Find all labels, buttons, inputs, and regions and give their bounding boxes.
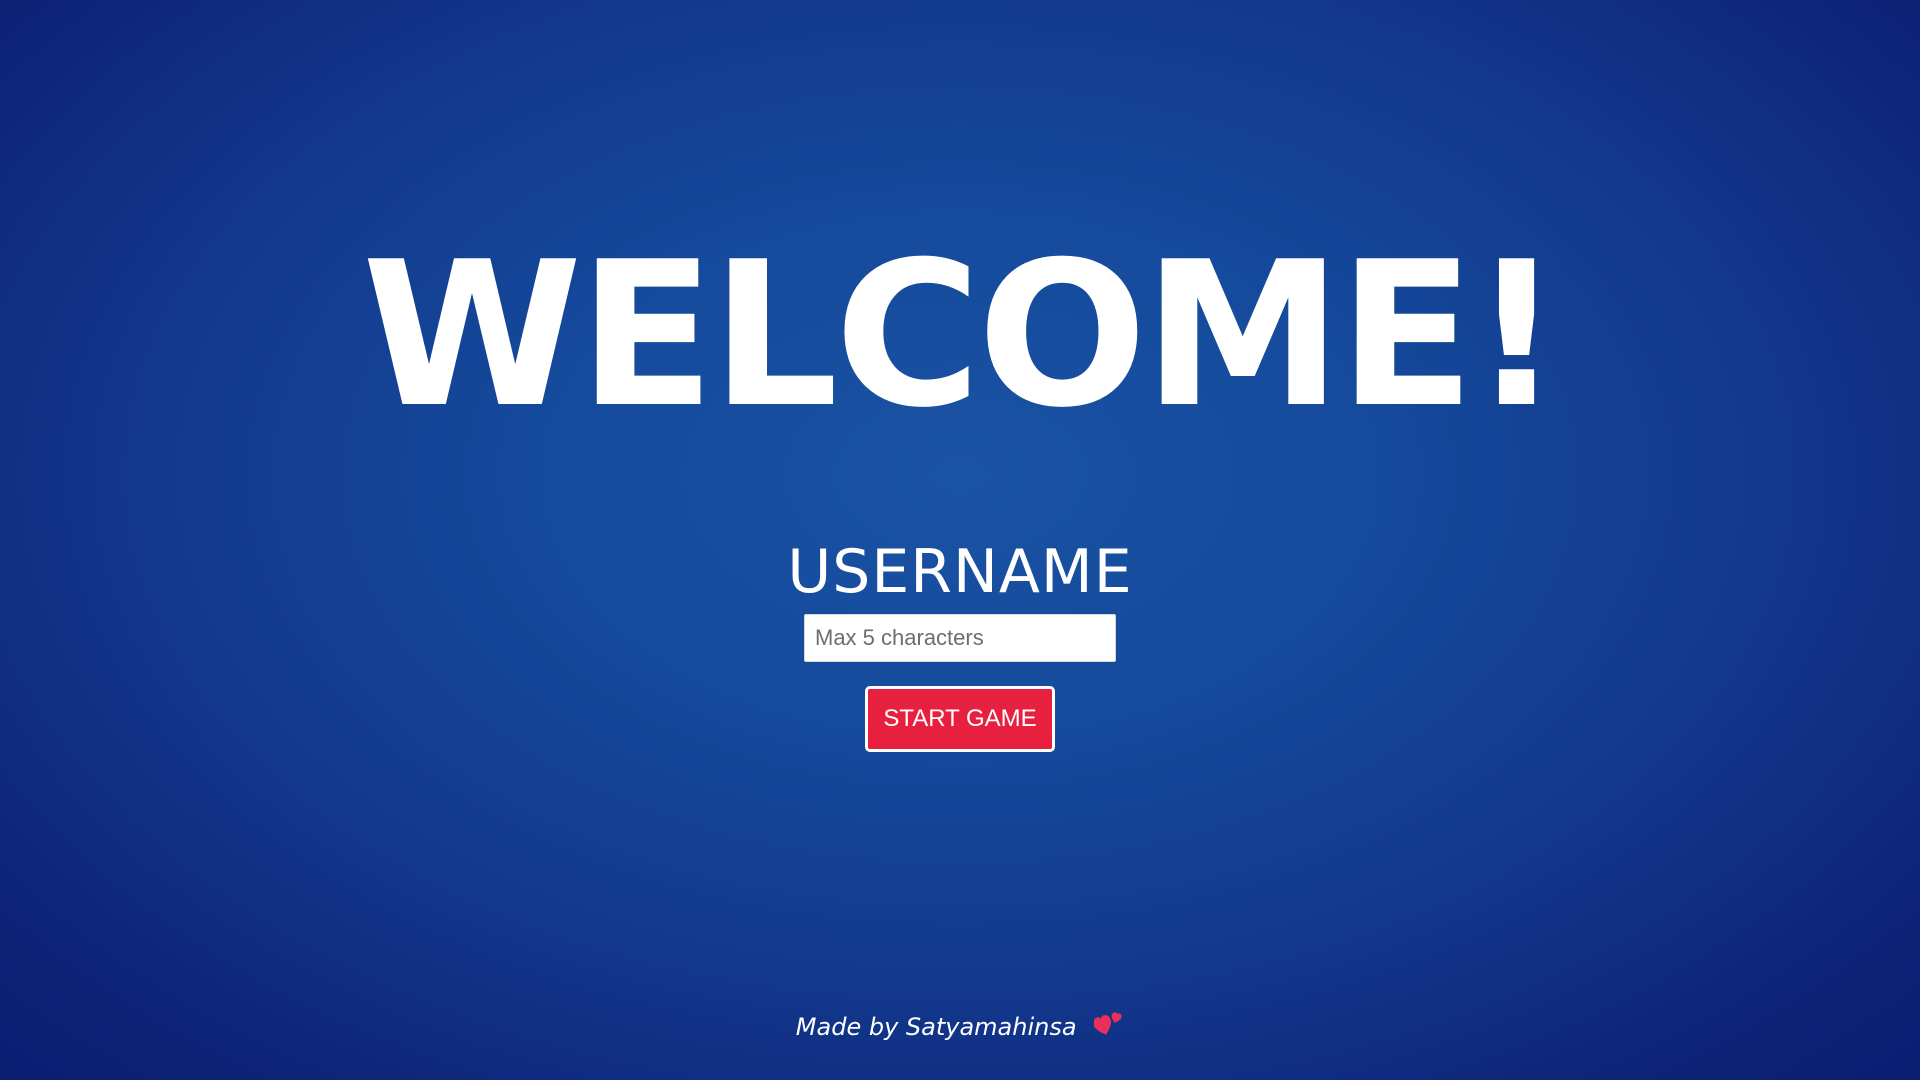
username-form: USERNAME START GAME <box>0 536 1920 752</box>
username-input[interactable] <box>804 614 1116 662</box>
footer-credit: Made by Satyamahinsa <box>0 1010 1920 1046</box>
two-hearts-icon <box>1093 1011 1124 1046</box>
welcome-title: WELCOME! <box>361 219 1562 452</box>
username-label: USERNAME <box>787 537 1133 607</box>
start-game-button[interactable]: START GAME <box>865 686 1055 752</box>
credit-text: Made by Satyamahinsa <box>795 1013 1077 1041</box>
